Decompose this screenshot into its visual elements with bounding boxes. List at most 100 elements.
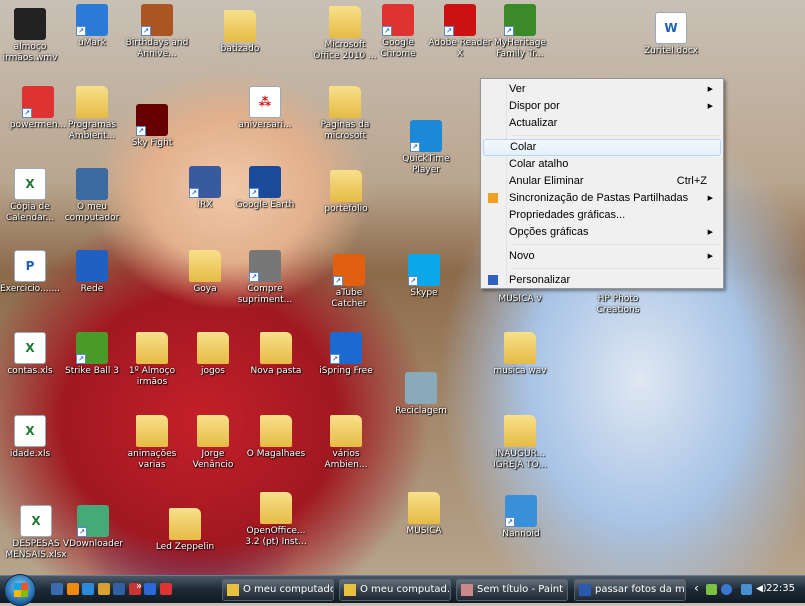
desktop-icon-label: Adobe Reader X <box>428 38 492 59</box>
desktop-icon[interactable]: ↗ Strike Ball 3 <box>60 332 124 377</box>
desktop-icon[interactable]: ⁂ aniversari... <box>233 86 297 131</box>
menu-item-anular-eliminar[interactable]: Anular Eliminar Ctrl+Z <box>483 173 721 190</box>
ispring-icon: ↗ <box>330 332 362 364</box>
desktop-icon[interactable]: ↗ Sky Fight <box>120 104 184 149</box>
atube-catcher-icon: ↗ <box>333 254 365 286</box>
desktop-icon[interactable]: Xcontas.xls <box>0 332 62 377</box>
menu-item-propriedades-gr-ficas[interactable]: Propriedades gráficas... <box>483 207 721 224</box>
desktop-icon[interactable]: INAUGUR... IGREJA TO... <box>488 415 552 471</box>
tray-expand-button[interactable]: ‹ <box>694 581 699 595</box>
shortcut-arrow-icon: ↗ <box>77 527 87 537</box>
menu-item-actualizar[interactable]: Actualizar <box>483 115 721 132</box>
desktop-icon-label: Led Zeppelin <box>155 542 215 552</box>
desktop-icon[interactable]: X Cópia de Calendar... <box>0 168 62 224</box>
desktop-icon[interactable]: Led Zeppelin <box>153 508 217 553</box>
desktop-icon-label: MUSICA <box>406 526 442 536</box>
desktop-icon[interactable]: MUSICA <box>392 492 456 537</box>
shortcut-arrow-icon: ↗ <box>141 26 151 36</box>
start-button[interactable] <box>4 574 36 606</box>
taskbar-button[interactable]: O meu computador <box>222 579 334 601</box>
network-tray-icon[interactable] <box>741 584 752 595</box>
menu-item-op-es-gr-ficas[interactable]: Opções gráficas ▶ <box>483 224 721 241</box>
menu-item-shortcut: Ctrl+Z <box>676 175 707 187</box>
desktop-icon[interactable]: ↗ iRX <box>173 166 237 211</box>
desktop-icon-label: batizado <box>220 44 260 54</box>
user-icon[interactable] <box>97 583 110 595</box>
desktop-icon[interactable]: ↗ Compre supriment... <box>233 250 297 306</box>
menu-item-novo[interactable]: Novo ▶ <box>483 248 721 265</box>
desktop-icon[interactable]: ↗ Nannoid <box>489 495 553 540</box>
desktop-icon[interactable]: jogos <box>181 332 245 377</box>
update-tray-icon[interactable] <box>721 584 732 595</box>
desktop-icon[interactable]: ↗ Birthdays and Annive... <box>125 4 189 60</box>
internet-explorer-icon[interactable] <box>82 583 94 595</box>
desktop-icon[interactable]: ↗ Google Chrome <box>366 4 430 60</box>
desktop-icon[interactable]: OpenOffice... 3.2 (pt) Inst... <box>244 492 308 548</box>
desktop-icon[interactable]: W Zuritel.docx <box>639 12 703 57</box>
security-tray-icon[interactable] <box>706 584 717 595</box>
menu-item-sincroniza-o-de-pastas-partilhadas[interactable]: Sincronização de Pastas Partilhadas ▶ <box>483 190 721 207</box>
desktop-icon[interactable]: O Magalhaes <box>244 415 308 460</box>
desktop-icon[interactable]: ↗ iSpring Free <box>314 332 378 377</box>
desktop-icon[interactable]: ↗ uMark <box>60 4 124 49</box>
desktop-icon[interactable]: animações varias <box>120 415 184 471</box>
desktop-icon-label: QuickTime Player <box>402 154 450 175</box>
desktop-icon[interactable]: Nova pasta <box>244 332 308 377</box>
shortcut-arrow-icon: ↗ <box>410 142 420 152</box>
desktop-icon[interactable]: Rede <box>60 250 124 295</box>
desktop-icon-label: Google Earth <box>235 200 295 210</box>
taskbar-button-label: passar fotos da m... <box>595 584 686 595</box>
desktop-icon-label: O Magalhaes <box>246 449 306 459</box>
clock[interactable]: 22:35 <box>766 583 795 594</box>
desktop-icon[interactable]: X DESPESAS MENSAIS.xlsx <box>4 505 68 561</box>
menu-item-dispor-por[interactable]: Dispor por ▶ <box>483 98 721 115</box>
folder-icon <box>260 492 292 524</box>
submenu-arrow-icon: ▶ <box>707 195 713 202</box>
taskbar-button[interactable]: Sem título - Paint <box>456 579 568 601</box>
adobe-reader-icon: ↗ <box>444 4 476 36</box>
taskbar-button[interactable]: O meu computad... <box>339 579 451 601</box>
desktop-icon[interactable]: ↗ Skype <box>392 254 456 299</box>
desktop-icon[interactable]: P Exercicio....... <box>0 250 62 295</box>
folder-icon <box>189 250 221 282</box>
desktop-icon[interactable]: ↗ aTube Catcher <box>317 254 381 310</box>
quick-launch-overflow[interactable]: » <box>136 581 142 592</box>
desktop-icon[interactable]: Goya <box>173 250 237 295</box>
desktop-icon[interactable]: almoço irmãos.wmv <box>0 8 62 64</box>
desktop-icon[interactable]: 1º Almoço irmãos <box>120 332 184 388</box>
show-desktop-icon[interactable] <box>51 583 63 595</box>
taskbar-button[interactable]: passar fotos da m... <box>574 579 686 601</box>
switch-windows-icon[interactable] <box>113 583 125 595</box>
menu-item-label: Sincronização de Pastas Partilhadas <box>509 192 689 204</box>
pdf-document-icon: ⁂ <box>249 86 281 118</box>
desktop-icon[interactable]: batizado <box>208 10 272 55</box>
desktop-icon-label: Google Chrome <box>380 38 416 59</box>
desktop-icon[interactable]: Jorge Venâncio <box>181 415 245 471</box>
desktop-icon[interactable]: Programas Ambient... <box>60 86 124 142</box>
chrome-icon[interactable] <box>159 583 172 595</box>
media-player-icon[interactable] <box>66 583 79 595</box>
desktop-icon[interactable]: O meu computador <box>60 168 124 224</box>
desktop-icon[interactable]: ↗ Adobe Reader X <box>428 4 492 60</box>
menu-item-personalizar[interactable]: Personalizar <box>483 272 721 289</box>
menu-item-ver[interactable]: Ver ▶ <box>483 81 721 98</box>
desktop-icon-label: MUSICA v <box>498 294 542 304</box>
menu-item-colar[interactable]: Colar <box>483 139 721 156</box>
desktop-icon[interactable]: Xidade.xls <box>0 415 62 460</box>
word-icon <box>579 584 591 596</box>
desktop-icon[interactable]: Reciclagem <box>389 372 453 417</box>
desktop-icon[interactable]: vários Ambien... <box>314 415 378 471</box>
desktop-icon[interactable]: ↗ MyHeritage Family Tr... <box>488 4 552 60</box>
irx-icon: ↗ <box>189 166 221 198</box>
desktop-icon[interactable]: musica wav <box>488 332 552 377</box>
desktop-icon[interactable]: ↗ Google Earth <box>233 166 297 211</box>
desktop-icon[interactable]: Paginas da microsoft <box>313 86 377 142</box>
media-icon[interactable] <box>144 583 156 595</box>
desktop-icon[interactable]: ↗ QuickTime Player <box>394 120 458 176</box>
desktop-icon[interactable]: ↗ VDownloader <box>61 505 125 550</box>
excel-file-icon: X <box>14 332 46 364</box>
menu-item-colar-atalho[interactable]: Colar atalho <box>483 156 721 173</box>
desktop-icon-label: uMark <box>78 38 106 48</box>
taskbar-button-label: O meu computad... <box>360 584 451 595</box>
desktop-icon[interactable]: portefolio <box>314 170 378 215</box>
